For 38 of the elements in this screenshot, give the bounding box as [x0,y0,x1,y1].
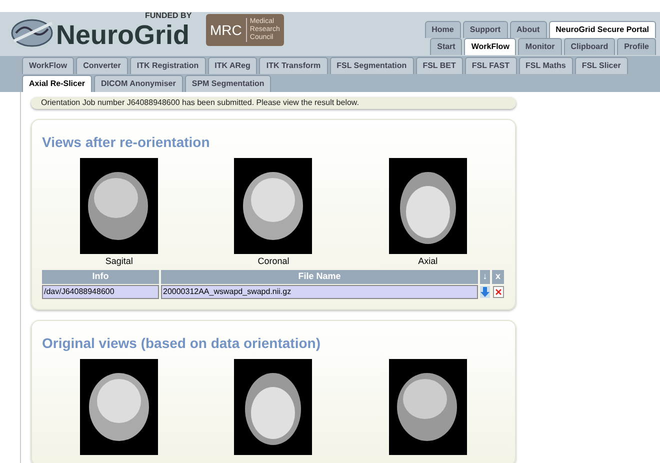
tool-tab[interactable]: ITK Registration [130,57,206,74]
tool-tab[interactable]: Axial Re-Slicer [22,75,92,92]
logo-text: NeuroGrid [56,22,190,49]
funded-by-label: FUNDED BY [145,11,192,21]
portal-tab[interactable]: Profile [617,38,656,55]
portal-tab[interactable]: Home [424,21,461,38]
tool-tab[interactable]: SPM Segmentation [184,75,272,92]
scan-caption: Axial [418,255,438,268]
column-header: x [492,270,504,284]
tool-tab[interactable]: ITK AReg [208,57,258,74]
column-header: Info [42,270,159,284]
portal-tab[interactable]: WorkFlow [464,38,516,55]
tool-tab[interactable]: FSL BET [416,57,463,74]
column-header: File Name [161,270,478,284]
scan-caption: Sagital [105,255,133,268]
table-cell: 20000312AA_wswapd_swapd.nii.gz [161,285,478,299]
portal-tab[interactable]: Monitor [518,38,562,55]
tool-tab[interactable]: FSL Slicer [574,57,628,74]
scan-caption: Coronal [258,255,290,268]
tool-tab[interactable]: FSL Segmentation [330,57,414,74]
section-heading: Original views (based on data orientation) [42,334,322,353]
portal-tab[interactable]: NeuroGrid Secure Portal [548,21,656,38]
tool-tab[interactable]: DICOM Anonymiser [94,75,183,92]
delete-icon[interactable] [492,285,504,299]
table-cell: /dav/J64088948600 [42,285,159,299]
portal-tab[interactable]: About [510,21,547,38]
status-message: Orientation Job number J64088948600 has been submitted. Please view the result below. [31,97,516,109]
tool-tab[interactable]: ITK Transform [259,57,328,74]
portal-tab[interactable]: Support [462,21,508,38]
column-header: ↓ [480,270,490,284]
tool-tab[interactable]: FSL Maths [518,57,573,74]
tool-tab[interactable]: WorkFlow [22,57,74,74]
section-heading: Views after re-orientation [42,133,211,152]
tool-tab[interactable]: Converter [76,57,128,74]
download-icon[interactable] [480,285,490,299]
tool-tab[interactable]: FSL FAST [464,57,517,74]
portal-tab[interactable]: Clipboard [564,38,616,55]
portal-tab[interactable]: Start [430,38,462,55]
